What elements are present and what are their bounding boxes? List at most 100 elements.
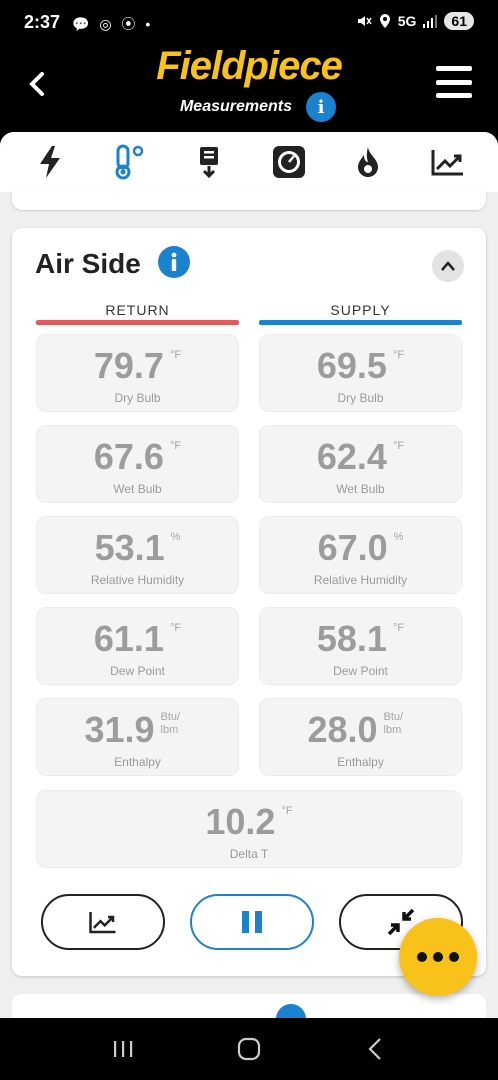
measurement-value-row: 61.1 °F <box>37 618 238 660</box>
return-measurement-tile: 53.1% Relative Humidity <box>36 516 239 594</box>
tab-electrical[interactable] <box>30 142 70 182</box>
measurement-unit: % <box>170 531 181 543</box>
lightning-icon <box>39 146 60 178</box>
measurement-label: Relative Humidity <box>90 573 185 587</box>
recent-apps-button[interactable] <box>103 1029 143 1069</box>
measurement-unit: °F <box>169 440 182 452</box>
more-options-button[interactable] <box>399 918 477 996</box>
battery-indicator: 61 <box>444 12 474 30</box>
pause-icon <box>242 911 262 933</box>
tab-pressure[interactable] <box>269 142 309 182</box>
measurement-label: Enthalpy <box>337 755 384 769</box>
return-color-bar <box>36 320 239 325</box>
measurement-label: Wet Bulb <box>336 482 385 496</box>
back-arrow-icon <box>368 1038 381 1060</box>
return-column-header: RETURN <box>105 302 170 318</box>
network-label: 5G <box>397 13 417 29</box>
measurement-value-row: 28.0 Btu/ lbm <box>260 709 461 751</box>
supply-measurement-tile: 62.4 °F Wet Bulb <box>259 425 462 503</box>
menu-line-icon <box>436 93 472 98</box>
location-icon <box>379 14 390 28</box>
measurement-unit: % <box>393 531 404 543</box>
info-icon[interactable]: i <box>306 92 337 122</box>
collapse-button[interactable] <box>432 250 464 282</box>
return-measurement-tile: 61.1 °F Dew Point <box>36 607 239 685</box>
menu-line-icon <box>436 66 472 71</box>
gauge-icon <box>272 146 305 178</box>
supply-measurement-tile: 67.0% Relative Humidity <box>259 516 462 594</box>
measurement-label: Wet Bulb <box>113 482 162 496</box>
measurement-label: Dry Bulb <box>114 391 161 405</box>
info-icon <box>276 1004 306 1018</box>
delta-t-value-row: 10.2 °F <box>37 801 461 843</box>
supply-measurement-tile: 69.5 °F Dry Bulb <box>259 334 462 412</box>
menu-line-icon <box>436 79 472 85</box>
info-icon[interactable] <box>158 246 190 278</box>
delta-t-tile: 10.2 °F Delta T <box>36 790 462 868</box>
supply-column-header: SUPPLY <box>330 302 391 318</box>
return-measurement-tile: 79.7 °F Dry Bulb <box>36 334 239 412</box>
measurement-unit: °F <box>392 622 405 634</box>
measurement-tabs <box>0 132 498 192</box>
measurement-label: Dry Bulb <box>337 391 384 405</box>
measurement-unit: °F <box>169 622 182 634</box>
return-measurement-tile: 67.6 °F Wet Bulb <box>36 425 239 503</box>
measurement-value: 67.0 <box>317 527 388 568</box>
tab-duct[interactable] <box>189 142 229 182</box>
trend-icon <box>89 912 116 934</box>
delta-t-value: 10.2 <box>205 801 276 842</box>
brand-logo: Fieldpiece <box>156 44 343 88</box>
measurement-label: Relative Humidity <box>313 573 408 587</box>
back-nav-button[interactable] <box>355 1029 395 1069</box>
supply-color-bar <box>259 320 462 325</box>
measurement-value: 58.1 <box>316 618 387 659</box>
measurement-value-row: 69.5 °F <box>260 345 461 387</box>
app-header: Fieldpiece Measurements i <box>0 44 498 132</box>
measurement-value: 61.1 <box>93 618 164 659</box>
measurement-label: Dew Point <box>333 664 388 678</box>
tab-temperature[interactable] <box>109 142 149 182</box>
measurement-value-row: 62.4 °F <box>260 436 461 478</box>
air-side-card: Air Side RETURN SUPPLY 79.7 °F Dry Bulb 69.… <box>12 228 486 976</box>
measurement-value: 67.6 <box>93 436 164 477</box>
home-button[interactable] <box>229 1029 269 1069</box>
hamburger-menu-button[interactable] <box>436 66 472 98</box>
measurement-value: 28.0 <box>307 709 378 750</box>
page-subtitle: Measurements <box>179 98 293 115</box>
dot-icon <box>449 952 459 962</box>
status-bar: 2:37 💬 ◎ ⦿ • 5G 61 <box>0 0 498 44</box>
recents-icon <box>114 1041 133 1057</box>
trend-icon <box>431 150 464 176</box>
measurement-label: Enthalpy <box>114 755 161 769</box>
measurement-value-row: 53.1% <box>37 527 238 569</box>
measurement-unit: °F <box>392 349 405 361</box>
graph-button[interactable] <box>41 894 165 950</box>
subtitle-row: Measurements i <box>0 92 498 122</box>
status-right: 5G 61 <box>356 12 474 30</box>
return-measurement-tile: 31.9 Btu/ lbm Enthalpy <box>36 698 239 776</box>
pause-button[interactable] <box>190 894 314 950</box>
measurement-value-row: 67.0% <box>260 527 461 569</box>
notification-icons: 💬 ◎ ⦿ • <box>72 16 154 32</box>
measurement-unit: Btu/ lbm <box>383 711 404 736</box>
measurement-value-row: 31.9 Btu/ lbm <box>37 709 238 751</box>
measurement-unit: Btu/ lbm <box>160 711 181 736</box>
flame-icon <box>358 147 379 177</box>
tab-combustion[interactable] <box>348 142 388 182</box>
status-time: 2:37 <box>24 12 61 32</box>
chevron-up-icon <box>441 261 455 271</box>
measurement-value: 53.1 <box>94 527 165 568</box>
measurement-value-row: 79.7 °F <box>37 345 238 387</box>
measurement-unit: °F <box>169 349 182 361</box>
signal-icon <box>423 15 438 28</box>
content-area: Air Side RETURN SUPPLY 79.7 °F Dry Bulb 69.… <box>0 132 498 1018</box>
measurement-value-row: 58.1 °F <box>260 618 461 660</box>
measurement-value-row: 67.6 °F <box>37 436 238 478</box>
measurement-unit: °F <box>392 440 405 452</box>
delta-t-label: Delta T <box>229 847 269 861</box>
system-nav-bar <box>0 1018 498 1080</box>
tab-graph[interactable] <box>428 142 468 182</box>
measurement-value: 62.4 <box>316 436 387 477</box>
previous-card-edge <box>12 188 486 210</box>
next-card-edge <box>12 994 486 1018</box>
